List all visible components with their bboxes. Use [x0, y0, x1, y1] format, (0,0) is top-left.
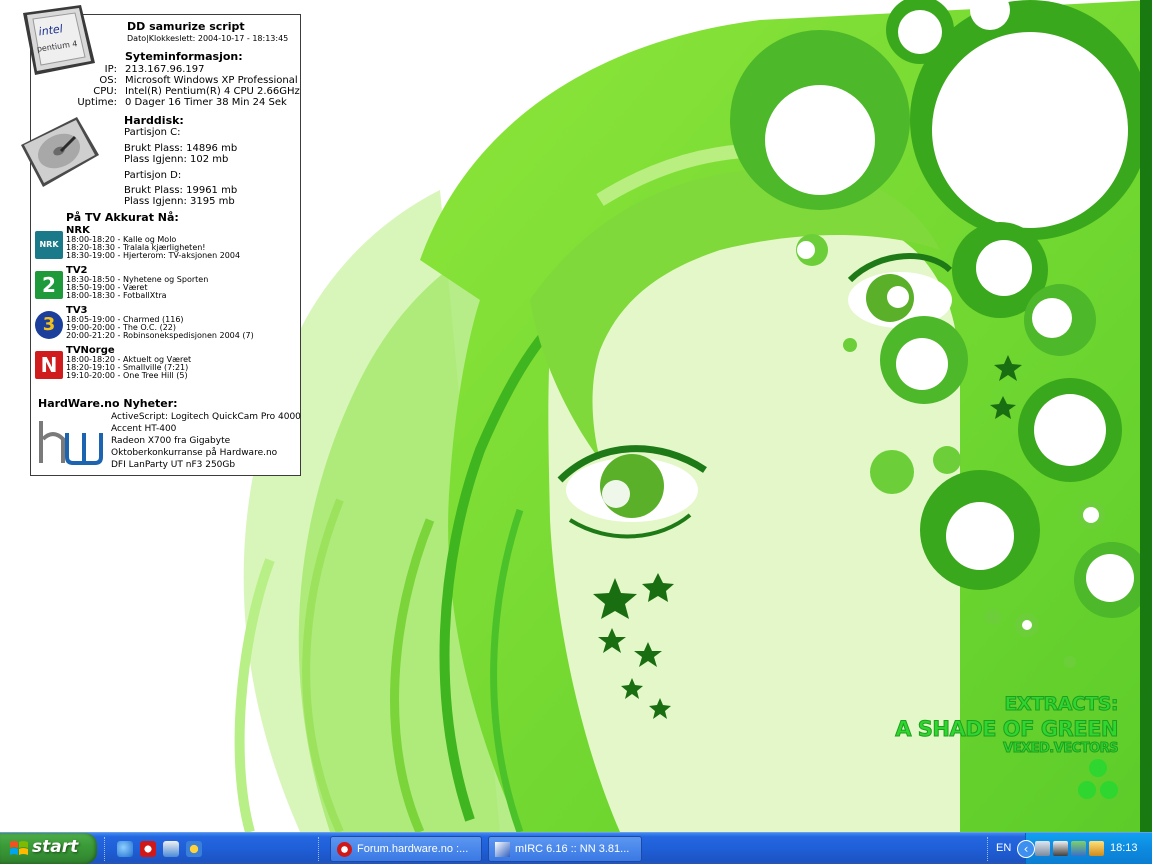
- partition-d-used: Brukt Plass: 19961 mb: [124, 185, 238, 196]
- language-indicator[interactable]: EN: [996, 842, 1011, 854]
- panel-datetime: Dato|Klokkeslett: 2004-10-17 - 18:13:45: [127, 34, 289, 43]
- nrk-logo: NRK: [35, 231, 63, 259]
- news-item[interactable]: ActiveScript: Logitech QuickCam Pro 4000: [111, 413, 301, 422]
- sysinfo-value-os: Microsoft Windows XP Professional: [125, 75, 298, 86]
- tv2-logo: 2: [35, 271, 63, 299]
- mirc-icon: [495, 842, 510, 857]
- nrk-show: 18:30-19:00 - Hjerterom: TV-aksjonen 200…: [66, 251, 241, 260]
- quicklaunch-grip[interactable]: [104, 837, 107, 861]
- sysinfo-label-cpu: CPU:: [93, 86, 117, 97]
- task-button-mirc[interactable]: mIRC 6.16 :: NN 3.81...: [488, 836, 642, 862]
- partition-c-name: Partisjon C:: [124, 127, 181, 138]
- sysinfo-value-uptime: 0 Dager 16 Timer 38 Min 24 Sek: [125, 97, 287, 108]
- task-button-forum[interactable]: Forum.hardware.no :...: [330, 836, 482, 862]
- windows-logo-icon: [10, 841, 28, 855]
- tvnorge-logo: N: [35, 351, 63, 379]
- sysinfo-label-ip: IP:: [104, 64, 117, 75]
- volume-icon[interactable]: [1089, 841, 1104, 856]
- panel-title: DD samurize script: [127, 20, 245, 33]
- news-item[interactable]: Accent HT-400: [111, 425, 176, 434]
- harddisk-heading: Harddisk:: [124, 114, 184, 127]
- tv2-show: 18:00-18:30 - FotballXtra: [66, 291, 167, 300]
- sysinfo-label-os: OS:: [99, 75, 117, 86]
- tvnorge-show: 19:10-20:00 - One Tree Hill (5): [66, 371, 188, 380]
- media-player-icon[interactable]: [186, 841, 202, 857]
- wallpaper-title-line2: A SHADE OF GREEN: [895, 717, 1119, 742]
- language-bar-grip[interactable]: [987, 837, 990, 861]
- partition-c-free: Plass Igjenn: 102 mb: [124, 154, 229, 165]
- hardware-no-logo-icon: [39, 421, 103, 465]
- opera-icon: [337, 842, 352, 857]
- steam-icon[interactable]: [1053, 841, 1068, 856]
- clock[interactable]: 18:13: [1110, 842, 1138, 854]
- partition-d-name: Partisjon D:: [124, 170, 182, 181]
- partition-c-used: Brukt Plass: 14896 mb: [124, 143, 238, 154]
- sysinfo-label-uptime: Uptime:: [77, 97, 117, 108]
- ie-icon[interactable]: [117, 841, 133, 857]
- sysinfo-value-ip: 213.167.96.197: [125, 64, 205, 75]
- task-label: Forum.hardware.no :...: [357, 843, 469, 855]
- taskbar: start Forum.hardware.no :... mIRC 6.16 :…: [0, 832, 1152, 864]
- opera-icon[interactable]: [140, 841, 156, 857]
- tv3-logo: 3: [35, 311, 63, 339]
- sysinfo-row: OS: Microsoft Windows XP Professional: [61, 75, 298, 86]
- sysinfo-row: Uptime: 0 Dager 16 Timer 38 Min 24 Sek: [61, 97, 287, 108]
- samurize-panel: intel pentium 4 DD samurize script Dato|…: [21, 5, 301, 476]
- network-icon[interactable]: [1035, 841, 1050, 856]
- news-item[interactable]: DFI LanParty UT nF3 250Gb: [111, 461, 235, 470]
- taskbar-grip[interactable]: [318, 837, 321, 861]
- tray-expand-chevron-icon[interactable]: ‹: [1017, 840, 1035, 858]
- messenger-icon[interactable]: [1071, 841, 1086, 856]
- start-label: start: [32, 837, 79, 857]
- tv-heading: På TV Akkurat Nå:: [66, 211, 179, 224]
- start-button[interactable]: start: [0, 833, 97, 864]
- sysinfo-row: IP: 213.167.96.197: [61, 64, 205, 75]
- news-item[interactable]: Radeon X700 fra Gigabyte: [111, 437, 230, 446]
- wallpaper-title-line1: EXTRACTS:: [1004, 693, 1119, 716]
- harddisk-icon: [21, 117, 99, 187]
- desktop: EXTRACTS: A SHADE OF GREEN VEXED.VECTORS…: [0, 0, 1152, 832]
- outlook-icon[interactable]: [163, 841, 179, 857]
- partition-d-free: Plass Igjenn: 3195 mb: [124, 196, 235, 207]
- sysinfo-heading: Syteminformasjon:: [125, 50, 243, 63]
- sysinfo-row: CPU: Intel(R) Pentium(R) 4 CPU 2.66GHz: [61, 86, 300, 97]
- task-label: mIRC 6.16 :: NN 3.81...: [515, 843, 630, 855]
- news-heading: HardWare.no Nyheter:: [38, 397, 178, 410]
- sysinfo-value-cpu: Intel(R) Pentium(R) 4 CPU 2.66GHz: [125, 86, 300, 97]
- news-item[interactable]: Oktoberkonkurranse på Hardware.no: [111, 449, 277, 458]
- wallpaper-title-line3: VEXED.VECTORS: [1003, 741, 1119, 757]
- tv3-show: 20:00-21:20 - Robinsonekspedisjonen 2004…: [66, 331, 254, 340]
